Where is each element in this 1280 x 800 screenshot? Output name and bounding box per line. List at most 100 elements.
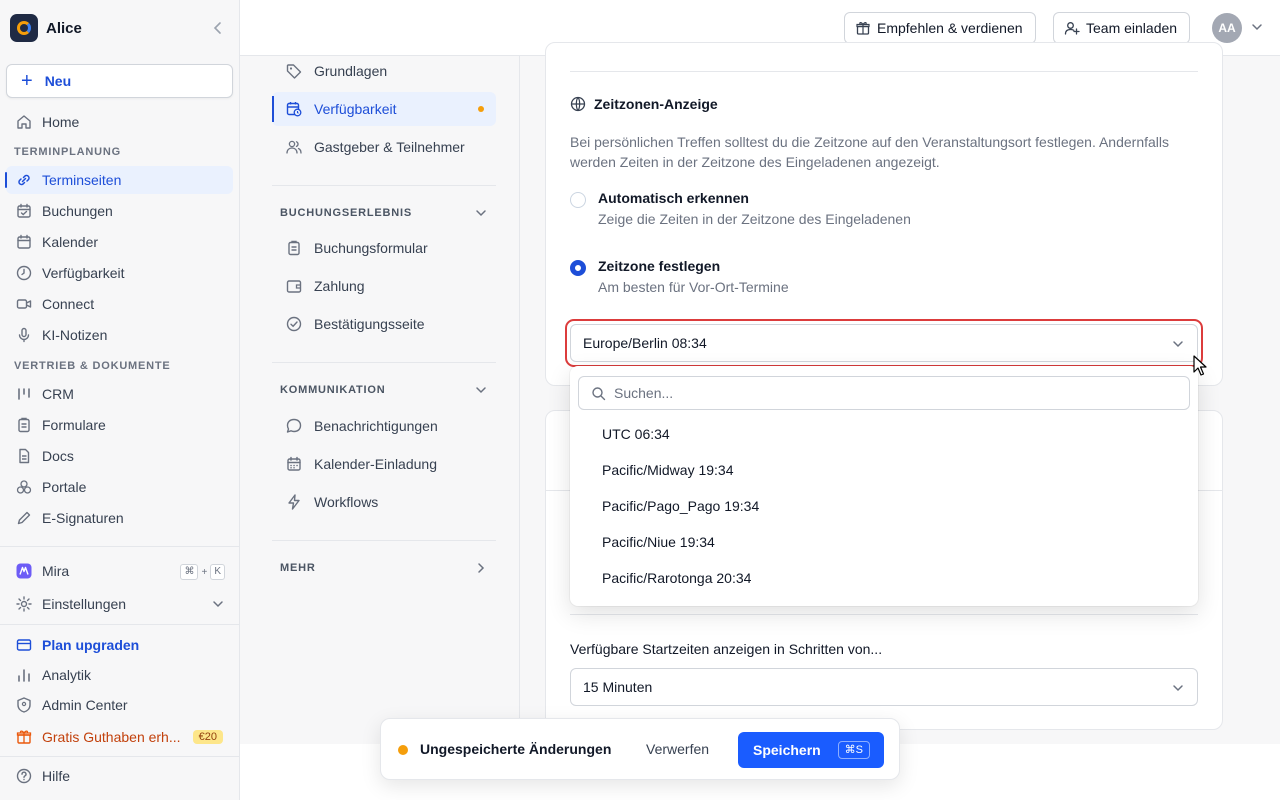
- avatar[interactable]: AA: [1212, 13, 1242, 43]
- sidebar-item-label: Kalender: [42, 234, 99, 250]
- globe-icon: [570, 96, 586, 112]
- sidebar-item-plan-upgraden[interactable]: Plan upgraden: [6, 631, 233, 659]
- user-plus-icon: [1064, 20, 1080, 36]
- nav-item-buchungsformular[interactable]: Buchungsformular: [272, 231, 496, 265]
- timezone-option[interactable]: Pacific/Niue 19:34: [578, 526, 1190, 558]
- timezone-option[interactable]: Pacific/Rarotonga 20:34: [578, 562, 1190, 594]
- sidebar-item-docs[interactable]: Docs: [6, 442, 233, 470]
- sidebar-item-label: Analytik: [42, 667, 92, 683]
- sidebar-item-formulare[interactable]: Formulare: [6, 411, 233, 439]
- sidebar-item-connect[interactable]: Connect: [6, 290, 233, 318]
- app-logo: [10, 14, 38, 42]
- shield-user-icon: [14, 695, 34, 715]
- save-shortcut: ⌘S: [837, 741, 870, 759]
- timezone-search[interactable]: [578, 376, 1190, 410]
- link-icon: [14, 170, 34, 190]
- bolt-icon: [284, 492, 304, 512]
- sidebar-item-label: Buchungen: [42, 203, 113, 219]
- new-button[interactable]: + Neu: [6, 64, 233, 98]
- nav-divider: [272, 185, 496, 186]
- gift-icon: [14, 727, 34, 747]
- gear-icon: [14, 594, 34, 614]
- timezone-select[interactable]: Europe/Berlin 08:34: [570, 324, 1198, 362]
- save-button[interactable]: Speichern ⌘S: [738, 732, 884, 768]
- nav-item-verfuegbarkeit[interactable]: Verfügbarkeit: [272, 92, 496, 126]
- workspace-switcher[interactable]: Alice: [10, 14, 230, 42]
- sidebar-item-analytik[interactable]: Analytik: [6, 661, 233, 689]
- nav-item-benachrichtigungen[interactable]: Benachrichtigungen: [272, 409, 496, 443]
- sidebar-item-ki-notizen[interactable]: KI-Notizen: [6, 321, 233, 349]
- nav-item-kalender-einladung[interactable]: Kalender-Einladung: [272, 447, 496, 481]
- clock-icon: [14, 263, 34, 283]
- referral-button[interactable]: Empfehlen & verdienen: [844, 12, 1036, 44]
- plus-icon: +: [21, 70, 33, 92]
- sidebar-item-hilfe[interactable]: Hilfe: [6, 762, 233, 790]
- sidebar-item-mira[interactable]: Mira ⌘ + K: [6, 557, 233, 585]
- section-toggle-mehr[interactable]: MEHR: [280, 561, 488, 575]
- timezone-description: Bei persönlichen Treffen solltest du die…: [570, 134, 1170, 170]
- new-button-label: Neu: [44, 73, 72, 89]
- sidebar-item-kalender[interactable]: Kalender: [6, 228, 233, 256]
- sidebar-item-verfuegbarkeit[interactable]: Verfügbarkeit: [6, 259, 233, 287]
- sidebar-item-home[interactable]: Home: [6, 108, 233, 136]
- sidebar-divider: [0, 624, 240, 625]
- divider: [570, 71, 1198, 72]
- radio-label: Automatisch erkennen: [598, 190, 749, 206]
- crm-icon: [14, 384, 34, 404]
- nav-item-zahlung[interactable]: Zahlung: [272, 269, 496, 303]
- radio-button[interactable]: [570, 192, 586, 208]
- sidebar-item-label: E-Signaturen: [42, 510, 124, 526]
- clipboard-icon: [284, 238, 304, 258]
- sidebar-item-label: Terminseiten: [42, 172, 122, 188]
- nav-item-bestaetigungsseite[interactable]: Bestätigungsseite: [272, 307, 496, 341]
- start-times-select[interactable]: 15 Minuten: [570, 668, 1198, 706]
- timezone-select-value: Europe/Berlin 08:34: [583, 335, 707, 351]
- radio-fixed-timezone[interactable]: Zeitzone festlegen Am besten für Vor-Ort…: [570, 258, 789, 295]
- collapse-sidebar-icon[interactable]: [210, 20, 226, 36]
- help-icon: [14, 766, 34, 786]
- shortcut-key: ⌘: [180, 564, 199, 580]
- start-times-label: Verfügbare Startzeiten anzeigen in Schri…: [570, 641, 883, 657]
- divider: [570, 614, 1198, 615]
- sidebar-item-crm[interactable]: CRM: [6, 380, 233, 408]
- sidebar-item-terminseiten[interactable]: Terminseiten: [5, 166, 233, 194]
- sidebar-item-einstellungen[interactable]: Einstellungen: [6, 590, 233, 618]
- sidebar-item-buchungen[interactable]: Buchungen: [6, 197, 233, 225]
- gift-icon: [855, 20, 871, 36]
- portal-icon: [14, 477, 34, 497]
- search-input[interactable]: [614, 385, 1154, 401]
- invite-team-button[interactable]: Team einladen: [1053, 12, 1191, 44]
- sidebar-item-label: Docs: [42, 448, 74, 464]
- section-toggle-buchungserlebnis[interactable]: BUCHUNGSERLEBNIS: [280, 206, 488, 220]
- nav-item-label: Grundlagen: [314, 63, 388, 79]
- sidebar-item-gratis-guthaben[interactable]: Gratis Guthaben erh... €20: [6, 723, 233, 751]
- nav-item-workflows[interactable]: Workflows: [272, 485, 496, 519]
- timezone-option[interactable]: UTC 06:34: [578, 418, 1190, 450]
- calendar-icon: [14, 232, 34, 252]
- nav-item-gastgeber[interactable]: Gastgeber & Teilnehmer: [272, 130, 496, 164]
- home-icon: [14, 112, 34, 132]
- sidebar-item-admin-center[interactable]: Admin Center: [6, 691, 233, 719]
- sidebar-item-portale[interactable]: Portale: [6, 473, 233, 501]
- timezone-option[interactable]: Pacific/Pago_Pago 19:34: [578, 490, 1190, 522]
- mira-shortcut: ⌘ + K: [180, 564, 225, 580]
- wallet-icon: [284, 276, 304, 296]
- radio-button-checked[interactable]: [570, 260, 586, 276]
- document-icon: [14, 446, 34, 466]
- section-toggle-kommunikation[interactable]: KOMMUNIKATION: [280, 383, 488, 397]
- nav-item-label: Workflows: [314, 494, 379, 510]
- sidebar-item-e-signaturen[interactable]: E-Signaturen: [6, 504, 233, 532]
- timezone-option[interactable]: Pacific/Midway 19:34: [578, 454, 1190, 486]
- sidebar-item-label: Plan upgraden: [42, 637, 140, 653]
- nav-item-label: Verfügbarkeit: [314, 101, 397, 117]
- radio-auto-detect[interactable]: Automatisch erkennen Zeige die Zeiten in…: [570, 190, 911, 227]
- section-heading-scheduling: TERMINPLANUNG: [14, 146, 121, 158]
- calendar-check-icon: [14, 201, 34, 221]
- shortcut-plus: +: [201, 566, 208, 578]
- chevron-down-icon: [474, 383, 488, 397]
- discard-button[interactable]: Verwerfen: [646, 741, 709, 757]
- users-icon: [284, 137, 304, 157]
- chevron-down-icon[interactable]: [1250, 20, 1264, 34]
- nav-item-grundlagen[interactable]: Grundlagen: [272, 54, 496, 88]
- section-heading: BUCHUNGSERLEBNIS: [280, 207, 412, 219]
